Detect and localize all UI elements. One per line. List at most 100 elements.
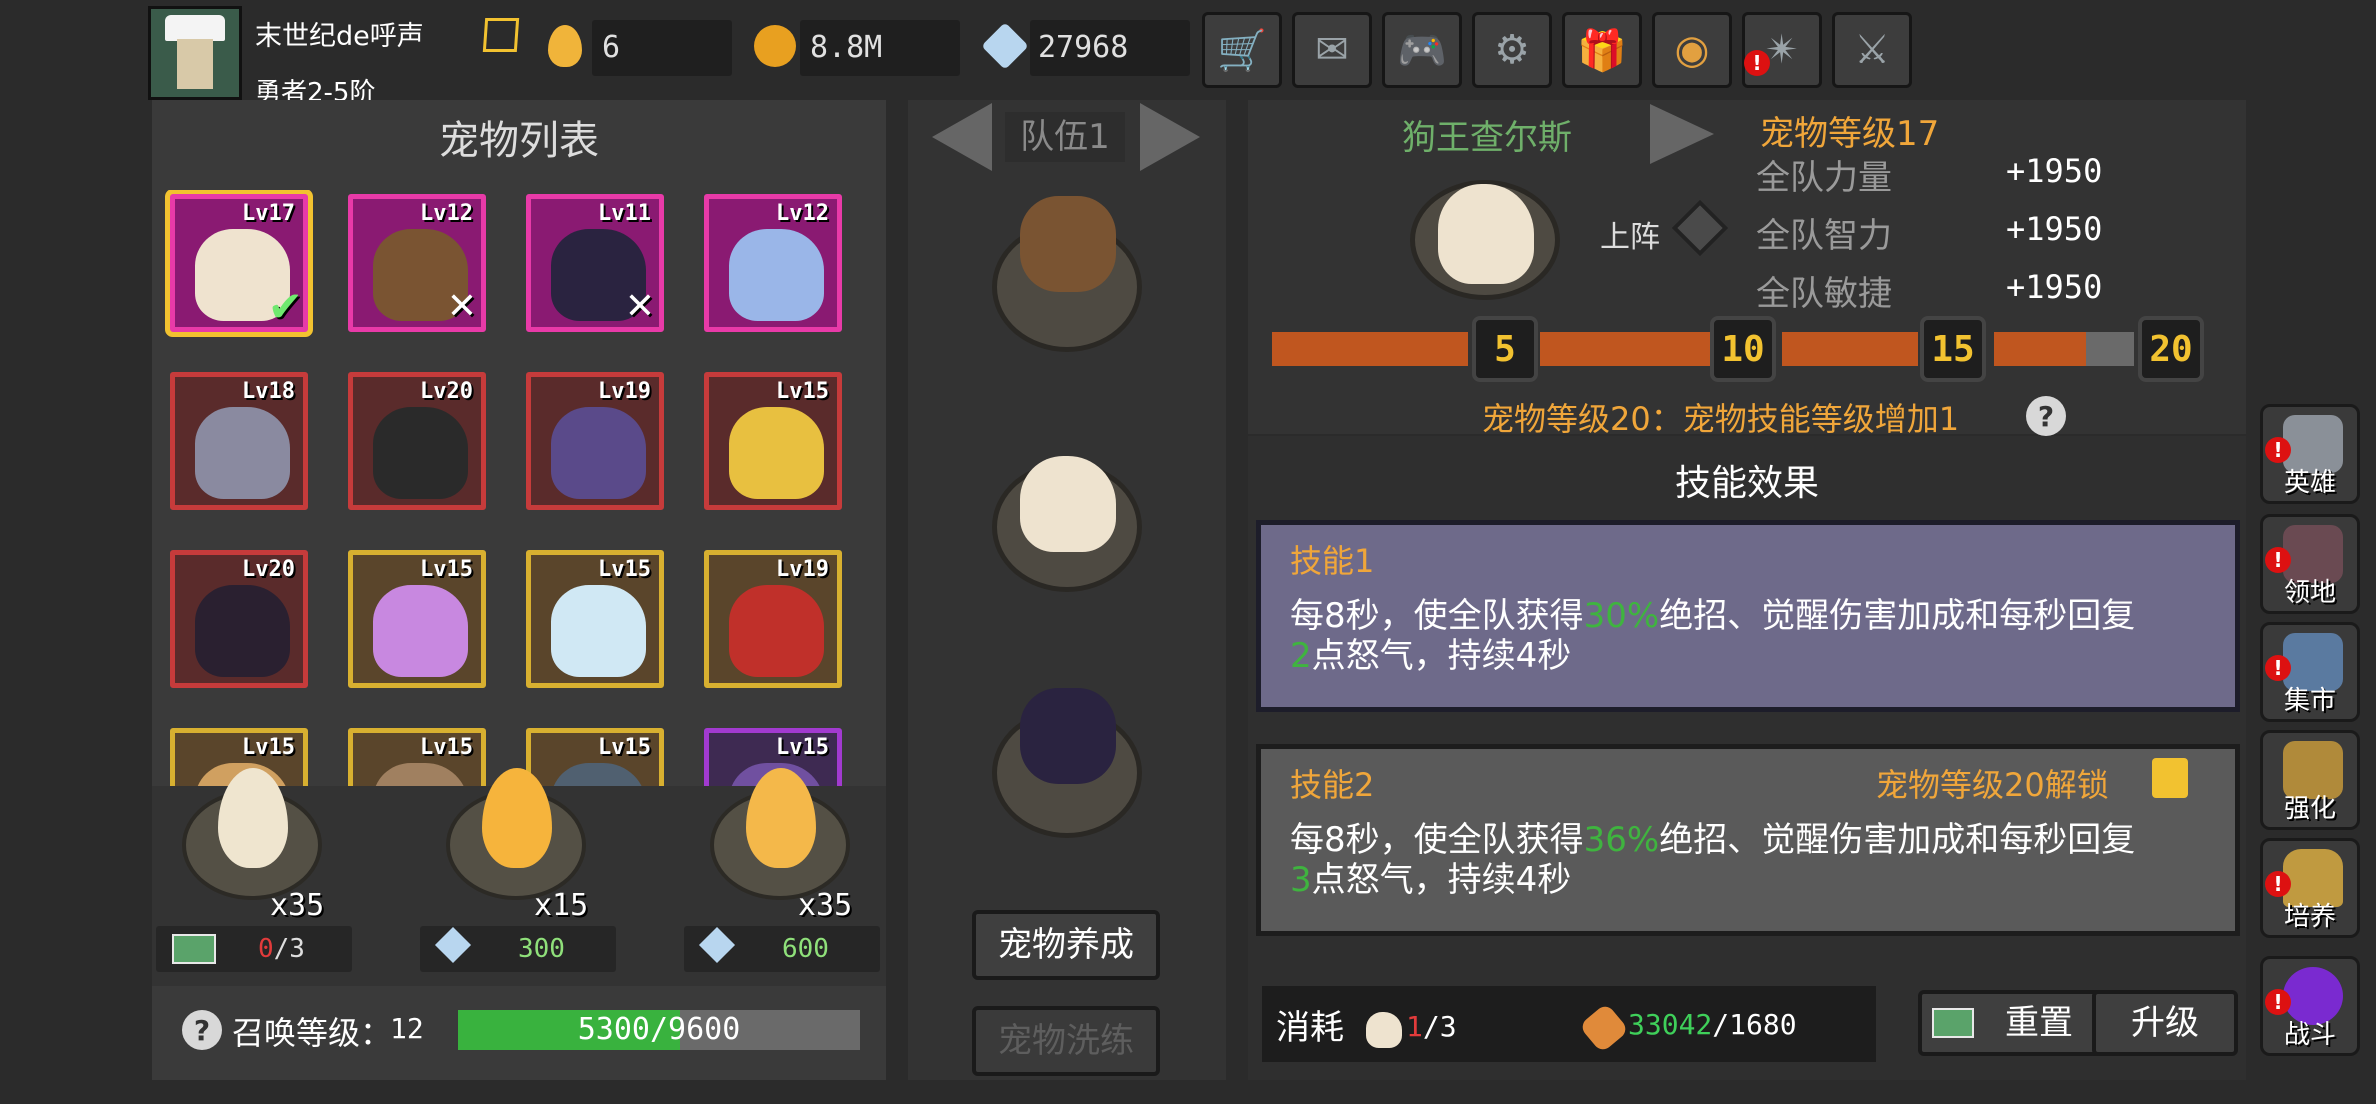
hero-alert-icon: ! [2265, 437, 2291, 463]
pet-card[interactable]: Lv20 [170, 550, 308, 688]
summon-progress-text: 5300/9600 [577, 1012, 741, 1047]
pet-card[interactable]: Lv15 [348, 728, 486, 786]
skill-unlock-text: 宠物等级20解锁 [1876, 766, 2109, 804]
pet-sprite [373, 407, 468, 499]
pet-card[interactable]: Lv19 [704, 550, 842, 688]
side-nav-label: 领地 [2283, 578, 2336, 608]
white-dog-pet-sprite [1020, 456, 1116, 552]
stat-value: +1950 [2006, 152, 2103, 190]
pet-name: 狗王查尔斯 [1402, 118, 1572, 158]
pet-level-label: Lv15 [598, 735, 651, 760]
side-nav-battle[interactable]: ! 战斗 [2260, 956, 2360, 1056]
bone-have: 33042 [1628, 1008, 1713, 1041]
pet-card[interactable]: Lv12 [704, 194, 842, 332]
side-nav-territory[interactable]: ! 领地 [2260, 514, 2360, 614]
player-avatar[interactable] [148, 6, 242, 100]
side-nav-label: 培养 [2283, 902, 2336, 932]
gamepad-button[interactable]: 🎮 [1382, 12, 1462, 88]
deploy-label: 上阵 [1600, 220, 1660, 255]
pet-sprite [373, 763, 468, 786]
white-dog-pet-sprite [1438, 184, 1534, 284]
pet-wash-button[interactable]: 宠物洗练 [972, 1006, 1160, 1076]
pet-level-label: Lv15 [776, 379, 829, 404]
pet-card[interactable]: Lv18 [170, 372, 308, 510]
egg-icon [548, 25, 582, 67]
treant-pet-sprite [1020, 196, 1116, 292]
skill-panel-title: 技能效果 [1674, 463, 1819, 504]
pet-card[interactable]: Lv15 [526, 550, 664, 688]
mail-button[interactable]: ✉ [1292, 12, 1372, 88]
pet-shard-cost: 1/3 [1406, 1010, 1457, 1043]
diamond-plus-icon[interactable] [981, 22, 1029, 70]
pet-card[interactable]: Lv20 [348, 372, 486, 510]
crossed-swords-button[interactable]: ⚔ [1832, 12, 1912, 88]
side-nav-label: 英雄 [2283, 468, 2336, 498]
player-name: 末世纪de呼声 [255, 21, 424, 52]
pet-sprite [195, 407, 290, 499]
in-team-cross-icon: ✕ [446, 286, 477, 327]
pet-sprite [551, 763, 646, 786]
gear-icon: ⚙ [1494, 27, 1530, 73]
color-wheel-button[interactable]: ◉ [1652, 12, 1732, 88]
pet-train-button[interactable]: 宠物养成 [972, 910, 1160, 980]
egg-count: x35 [270, 888, 325, 923]
pet-card[interactable]: Lv15 [704, 372, 842, 510]
pet-level-label: Lv19 [776, 557, 829, 582]
reset-button[interactable]: 重置 [1918, 990, 2106, 1056]
pet-sprite [729, 585, 824, 677]
pet-level-label: Lv19 [598, 379, 651, 404]
avatar-hat-art [165, 15, 225, 41]
milestone-badge: 15 [1920, 316, 1986, 382]
cultivate-alert-icon: ! [2265, 871, 2291, 897]
pet-level-label: Lv20 [242, 557, 295, 582]
fireworks-icon: ✴ [1765, 27, 1799, 73]
pet-sprite [373, 585, 468, 677]
skill-description: 每8秒，使全队获得30%绝招、觉醒伤害加成和每秒回复 2点怒气，持续4秒 [1290, 596, 2210, 676]
pet-sprite [729, 407, 824, 499]
pet-card[interactable]: Lv15 [526, 728, 664, 786]
level-progress-segment [1782, 332, 1918, 366]
summon-level-label: 召唤等级： [232, 1014, 393, 1052]
gold-coin-icon [754, 25, 796, 67]
milestone-badge: 10 [1710, 316, 1776, 382]
pet-card[interactable]: Lv15 [348, 550, 486, 688]
pet-card[interactable]: Lv17 ✔ [170, 194, 308, 332]
selected-check-icon: ✔ [267, 282, 303, 331]
pet-shard-need: /3 [1422, 1010, 1457, 1043]
milestone-help-icon[interactable]: ? [2026, 396, 2066, 436]
side-nav-enhance[interactable]: 强化 [2260, 730, 2360, 830]
egg-diamond-cost: 300 [518, 934, 565, 964]
reset-button-label: 重置 [2005, 1003, 2073, 1043]
pet-card[interactable]: Lv11 ✕ [526, 194, 664, 332]
pet-level-label: Lv15 [776, 735, 829, 760]
side-nav-market[interactable]: ! 集市 [2260, 622, 2360, 722]
skill-rage: 3 [1290, 860, 1312, 900]
milestone-note: 宠物等级20：宠物技能等级增加1 [1482, 400, 1960, 438]
stat-label: 全队力量 [1756, 158, 1892, 198]
pet-list-title: 宠物列表 [439, 118, 599, 164]
egg-count: x15 [534, 888, 589, 923]
pet-card[interactable]: Lv12 ✕ [348, 194, 486, 332]
skill-percent: 30% [1583, 596, 1660, 636]
gift-button[interactable]: 🎁 [1562, 12, 1642, 88]
settings-gear-button[interactable]: ⚙ [1472, 12, 1552, 88]
team-next-arrow-icon[interactable] [1140, 103, 1200, 171]
team-label: 队伍1 [1005, 112, 1125, 162]
avatar-face-art [177, 39, 213, 89]
pet-shard-icon [1366, 1012, 1402, 1048]
stat-label: 全队智力 [1756, 216, 1892, 256]
side-nav-cultivate[interactable]: ! 培养 [2260, 838, 2360, 938]
pet-card[interactable]: Lv19 [526, 372, 664, 510]
upgrade-button[interactable]: 升级 [2092, 990, 2238, 1056]
milestone-badge: 5 [1472, 316, 1538, 382]
side-nav-label: 强化 [2283, 794, 2336, 824]
summon-help-icon[interactable]: ? [182, 1010, 222, 1050]
next-pet-arrow-icon[interactable] [1650, 104, 1714, 164]
side-nav-hero[interactable]: ! 英雄 [2260, 404, 2360, 504]
shop-cart-button[interactable]: 🛒 [1202, 12, 1282, 88]
edit-name-icon[interactable] [482, 18, 520, 52]
summon-level-value: 12 [390, 1012, 424, 1045]
egg-cost-text: 0/3 [258, 934, 305, 964]
team-prev-arrow-icon[interactable] [932, 103, 992, 171]
pet-level-label: Lv17 [242, 201, 295, 226]
